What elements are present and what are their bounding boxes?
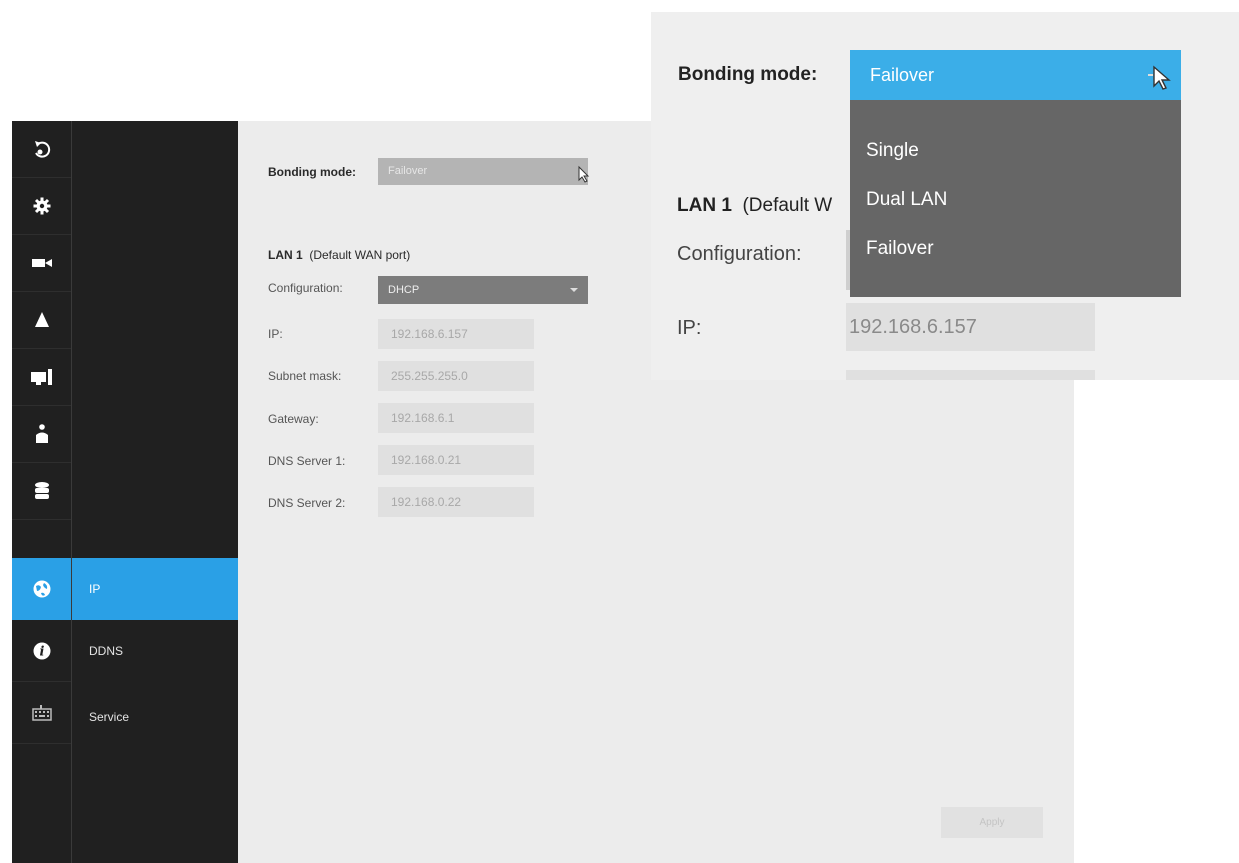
- user-icon: [35, 424, 48, 443]
- sidebar-icon-keyboard[interactable]: [12, 682, 71, 744]
- subnet-mask-field[interactable]: 255.255.255.0: [378, 361, 534, 391]
- dropdown-option-failover[interactable]: Failover: [866, 238, 934, 260]
- bonding-mode-value: Failover: [388, 165, 428, 177]
- subnav-item-ddns[interactable]: DDNS: [72, 620, 238, 682]
- playback-icon: [34, 141, 50, 158]
- sidebar-icon-display[interactable]: [12, 349, 71, 406]
- gear-icon: [33, 197, 50, 215]
- storage-icon: [34, 482, 49, 499]
- configuration-label: Configuration:: [268, 281, 343, 295]
- sidebar-icon-storage[interactable]: [12, 463, 71, 520]
- sub-navigation: IP DDNS Service: [72, 121, 238, 863]
- subnav-item-service[interactable]: Service: [72, 686, 238, 748]
- zoom-ip-label: IP:: [677, 317, 702, 339]
- subnav-item-label: DDNS: [89, 644, 124, 658]
- bonding-mode-label: Bonding mode:: [268, 165, 356, 179]
- monitor-icon: [30, 369, 52, 385]
- zoom-subnet-field-edge: [846, 370, 1095, 380]
- sidebar-icon-network[interactable]: [12, 558, 71, 620]
- zoom-inset: Bonding mode: Failover LAN 1 (Default W …: [651, 12, 1239, 380]
- sidebar-icon-settings[interactable]: [12, 178, 71, 235]
- zoom-bonding-mode-label: Bonding mode:: [678, 64, 818, 85]
- subnav-item-ip[interactable]: IP: [72, 558, 238, 620]
- zoom-lan1-title: LAN 1: [677, 195, 732, 216]
- zoom-configuration-label: Configuration:: [677, 243, 802, 265]
- zoom-lan1-section-title: LAN 1 (Default W: [677, 195, 832, 217]
- alarm-icon: [34, 312, 49, 327]
- gateway-label: Gateway:: [268, 412, 319, 426]
- dns-server-1-field[interactable]: 192.168.0.21: [378, 445, 534, 475]
- ip-field[interactable]: 192.168.6.157: [378, 319, 534, 349]
- sidebar-icon-user[interactable]: [12, 406, 71, 463]
- keyboard-icon: [31, 704, 52, 721]
- zoom-bonding-mode-value: Failover: [870, 65, 935, 85]
- subnet-mask-label: Subnet mask:: [268, 369, 342, 383]
- lan1-subtitle: (Default WAN port): [309, 248, 411, 262]
- sidebar-icon-camera[interactable]: [12, 235, 71, 292]
- sidebar-icon-info[interactable]: i: [12, 620, 71, 682]
- apply-button[interactable]: Apply: [941, 807, 1043, 838]
- zoom-bonding-mode-select[interactable]: Failover: [850, 50, 1181, 100]
- dns-server-2-field[interactable]: 192.168.0.22: [378, 487, 534, 517]
- sidebar-icon-playback[interactable]: [12, 121, 71, 178]
- chevron-down-icon: [570, 288, 578, 292]
- configuration-select[interactable]: DHCP: [378, 276, 588, 304]
- zoom-lan1-subtitle: (Default W: [742, 195, 833, 216]
- dns-server-2-label: DNS Server 2:: [268, 496, 346, 510]
- network-globe-icon: [33, 580, 50, 598]
- bonding-mode-select[interactable]: Failover: [378, 158, 588, 185]
- lan1-title: LAN 1: [268, 248, 303, 262]
- zoom-ip-field[interactable]: 192.168.6.157: [846, 303, 1095, 351]
- configuration-value: DHCP: [388, 284, 420, 296]
- subnav-item-label: IP: [89, 582, 101, 596]
- mouse-cursor-icon: [1148, 65, 1171, 90]
- gateway-field[interactable]: 192.168.6.1: [378, 403, 534, 433]
- dropdown-option-single[interactable]: Single: [866, 140, 919, 162]
- ip-label: IP:: [268, 327, 283, 341]
- subnav-item-label: Service: [89, 710, 130, 724]
- dropdown-option-dual-lan[interactable]: Dual LAN: [866, 189, 947, 211]
- bonding-mode-dropdown: Single Dual LAN Failover: [850, 100, 1181, 297]
- dns-server-1-label: DNS Server 1:: [268, 454, 346, 468]
- mouse-cursor-icon: [578, 165, 590, 183]
- icon-sidebar: i: [12, 121, 71, 863]
- lan1-section-title: LAN 1 (Default WAN port): [268, 248, 410, 262]
- camera-icon: [31, 259, 52, 267]
- info-icon: i: [33, 642, 50, 659]
- svg-text:i: i: [39, 644, 44, 659]
- sidebar-icon-alarm[interactable]: [12, 292, 71, 349]
